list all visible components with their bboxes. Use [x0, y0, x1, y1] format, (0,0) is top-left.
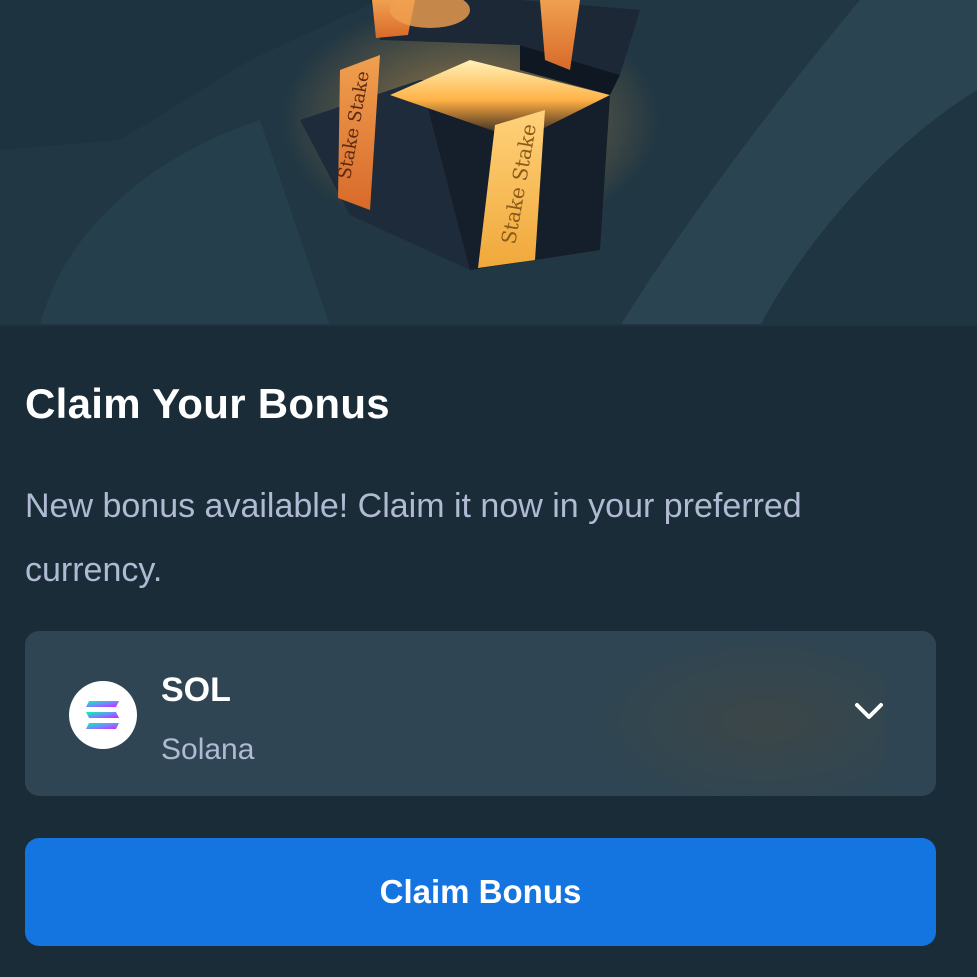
claim-bonus-button[interactable]: Claim Bonus [25, 838, 936, 946]
hero-divider [0, 324, 977, 326]
modal-description: New bonus available! Claim it now in you… [25, 487, 802, 589]
currency-select[interactable]: SOL Solana [25, 631, 936, 796]
bonus-modal: Stake Stake Stake Stake Claim Your Bonus… [0, 0, 977, 977]
currency-name: Solana [161, 733, 255, 766]
select-blur-overlay [585, 631, 885, 796]
bonus-hero-banner: Stake Stake Stake Stake [0, 0, 977, 326]
modal-title: Claim Your Bonus [25, 380, 390, 427]
solana-icon [69, 681, 137, 749]
chevron-down-icon[interactable] [851, 699, 887, 723]
currency-code: SOL [161, 671, 231, 709]
